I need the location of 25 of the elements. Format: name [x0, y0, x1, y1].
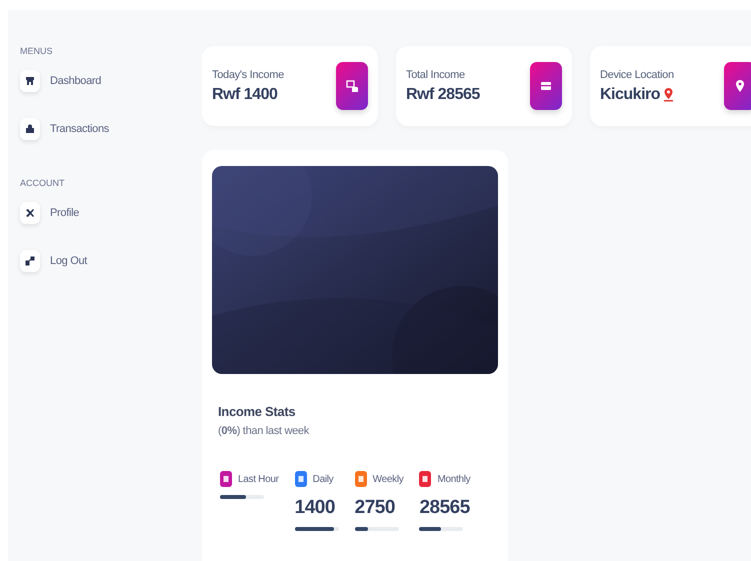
stat-number: 1400 [294, 497, 336, 519]
stat-title: Total Income [406, 68, 466, 80]
card-subtitle: (0%) than last week [218, 425, 310, 437]
stat-label: Monthly [437, 474, 470, 484]
nav-link[interactable]: Transactions [50, 123, 109, 135]
stat-value: Rwf 1400 [212, 86, 278, 104]
map-pin-icon [663, 88, 674, 102]
stat-label: Daily [312, 474, 334, 484]
nav-link[interactable]: Log Out [50, 255, 88, 267]
nav-link[interactable]: Profile [50, 207, 80, 219]
stat-label: Last Hour [238, 474, 279, 484]
section-heading: MENUS [20, 46, 54, 56]
card-icon [530, 62, 562, 110]
card-title: Income Stats [218, 404, 296, 419]
stat-value: Kicukiro [600, 86, 660, 104]
stat-title: Today's Income [212, 68, 284, 80]
nav-link[interactable]: Dashboard [50, 75, 102, 87]
bag-icon[interactable] [20, 118, 40, 140]
stat-title: Device Location [600, 68, 674, 80]
stat-label: Weekly [372, 474, 404, 484]
shop-icon[interactable] [20, 70, 40, 92]
stat-value: Rwf 28565 [406, 86, 480, 104]
section-heading: ACCOUNT [20, 178, 66, 188]
stat-number: 2750 [354, 497, 396, 519]
stat-number: 28565 [419, 497, 470, 519]
